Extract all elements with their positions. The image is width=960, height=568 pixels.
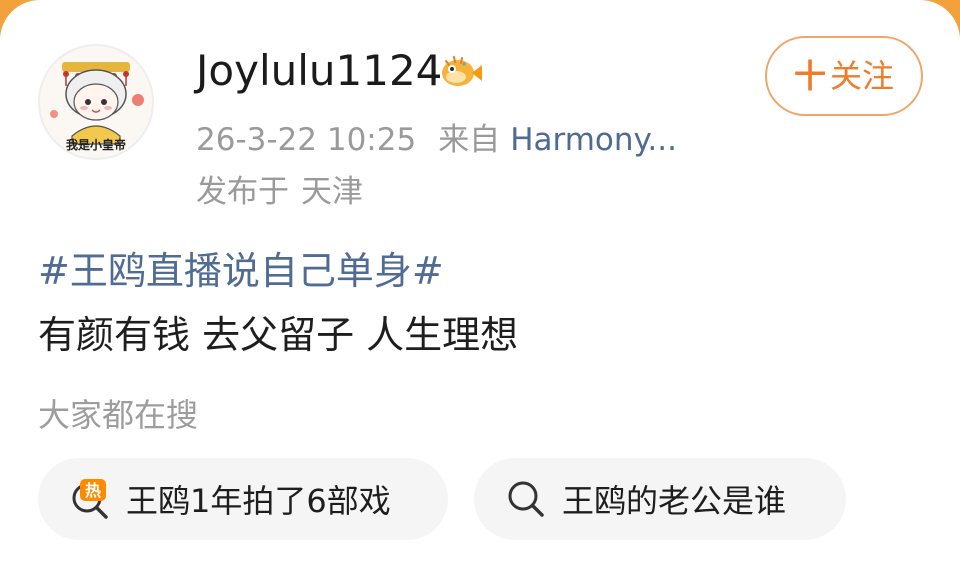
search-suggestion-chip[interactable]: 热 王鸥1年拍了6部戏 [38, 458, 448, 540]
search-suggestion-chip[interactable]: 王鸥的老公是谁 [474, 458, 846, 540]
post-time: 26-3-22 10:25 [196, 122, 417, 158]
hashtag-topic-link[interactable]: #王鸥直播说自己单身# [38, 240, 444, 295]
avatar-caption: 我是小皇帝 [65, 138, 126, 152]
avatar[interactable]: 我是小皇帝 [38, 44, 154, 160]
location-value: 天津 [301, 174, 363, 210]
pufferfish-badge-icon[interactable] [438, 52, 484, 92]
plus-icon: 十 [793, 57, 826, 95]
search-suggestion-label: 王鸥1年拍了6部戏 [126, 482, 391, 520]
search-suggestion-label: 王鸥的老公是谁 [562, 482, 787, 520]
trending-search-title: 大家都在搜 [38, 396, 199, 434]
author-name[interactable]: Joylulu1124 [196, 46, 442, 95]
hot-badge: 热 [85, 481, 101, 500]
follow-button[interactable]: 十关注 [765, 36, 923, 116]
location-prefix: 发布于 [196, 174, 289, 210]
search-icon [508, 481, 544, 517]
source-device[interactable]: Harmony... [510, 122, 677, 158]
weibo-post-card: 我是小皇帝 Joylulu1124 26-3-22 10:25 来自 Harmony… [0, 0, 960, 568]
post-text: 有颜有钱 去父留子 人生理想 [38, 313, 519, 357]
source-label: 来自 [438, 122, 501, 158]
post-meta: 26-3-22 10:25 来自 Harmony... [196, 114, 677, 159]
hot-search-icon: 热 [72, 479, 108, 519]
follow-label: 关注 [830, 57, 895, 95]
post-location: 发布于 天津 [196, 166, 363, 211]
